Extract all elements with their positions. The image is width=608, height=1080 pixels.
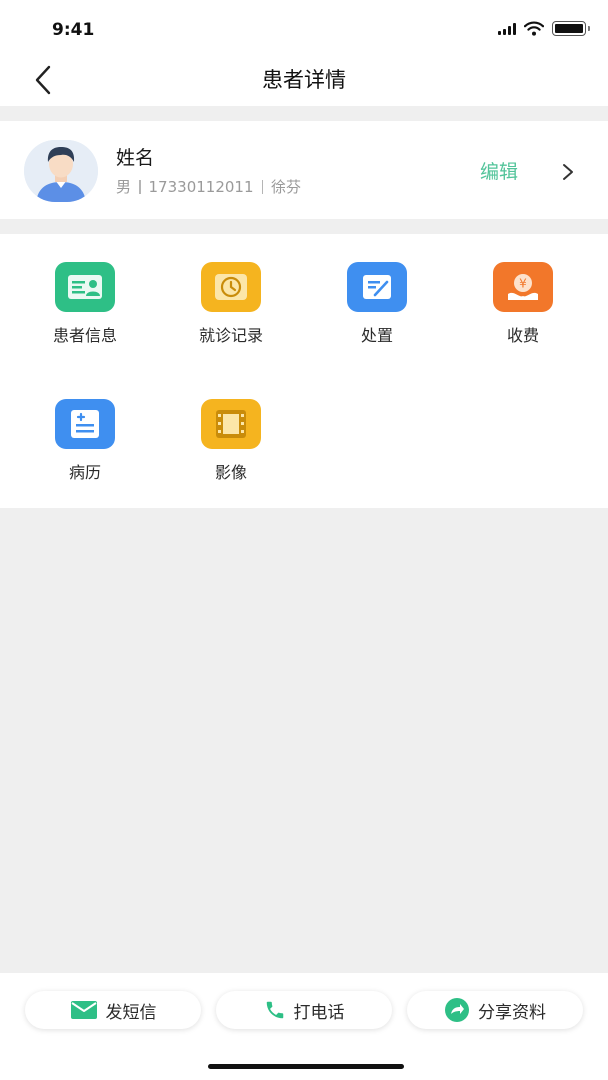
clock-icon bbox=[201, 262, 261, 312]
menu-item-patient-info[interactable]: 患者信息 bbox=[25, 234, 145, 345]
menu-item-imaging[interactable]: 影像 bbox=[171, 371, 291, 482]
status-icons bbox=[498, 18, 590, 38]
menu-item-medical-record[interactable]: 病历 bbox=[25, 371, 145, 482]
patient-info: 男 17330112011 徐芬 bbox=[116, 176, 301, 197]
avatar bbox=[24, 140, 98, 202]
signal-icon bbox=[498, 22, 516, 35]
film-icon bbox=[201, 399, 261, 449]
menu-item-treatment[interactable]: 处置 bbox=[317, 234, 437, 345]
send-sms-button[interactable]: 发短信 bbox=[25, 991, 201, 1029]
send-sms-label: 发短信 bbox=[105, 1002, 157, 1023]
function-grid: 患者信息 就诊记录 处置 ¥ 收费 病历 影像 bbox=[0, 234, 608, 508]
patient-name: 姓名 bbox=[116, 147, 155, 169]
menu-item-label: 影像 bbox=[214, 463, 247, 482]
status-time: 9:41 bbox=[52, 20, 95, 40]
share-info-button[interactable]: 分享资料 bbox=[407, 991, 583, 1029]
menu-item-visit-records[interactable]: 就诊记录 bbox=[171, 234, 291, 345]
top-bar: 9:41 患者详情 bbox=[0, 0, 608, 106]
home-indicator[interactable] bbox=[208, 1064, 404, 1069]
share-info-label: 分享资料 bbox=[478, 1002, 546, 1023]
svg-text:¥: ¥ bbox=[519, 277, 527, 291]
call-button[interactable]: 打电话 bbox=[216, 991, 392, 1029]
divider bbox=[261, 179, 263, 194]
medical-record-icon bbox=[55, 399, 115, 449]
page-title: 患者详情 bbox=[262, 68, 346, 92]
edit-button[interactable]: 编辑 bbox=[480, 157, 518, 184]
yuan-payment-icon: ¥ bbox=[493, 262, 553, 312]
patient-card[interactable]: 姓名 男 17330112011 徐芬 编辑 bbox=[0, 121, 608, 219]
chevron-right-icon[interactable] bbox=[562, 161, 578, 183]
message-icon bbox=[70, 1001, 97, 1019]
id-card-icon bbox=[55, 262, 115, 312]
call-label: 打电话 bbox=[293, 1002, 345, 1023]
patient-gender: 男 bbox=[116, 178, 132, 196]
wifi-icon bbox=[524, 21, 544, 36]
divider bbox=[139, 179, 141, 194]
person-avatar-icon bbox=[24, 140, 98, 202]
menu-item-label: 处置 bbox=[360, 326, 393, 345]
menu-item-label: 收费 bbox=[506, 326, 539, 345]
menu-item-label: 患者信息 bbox=[52, 326, 117, 345]
edit-note-icon bbox=[347, 262, 407, 312]
phone-icon bbox=[266, 1001, 283, 1019]
battery-icon bbox=[552, 20, 590, 36]
share-icon bbox=[445, 998, 469, 1022]
patient-phone: 17330112011 bbox=[148, 177, 254, 196]
menu-item-label: 就诊记录 bbox=[198, 326, 263, 345]
patient-doctor: 徐芬 bbox=[271, 178, 302, 196]
menu-item-billing[interactable]: ¥ 收费 bbox=[463, 234, 583, 345]
menu-item-label: 病历 bbox=[68, 463, 101, 482]
